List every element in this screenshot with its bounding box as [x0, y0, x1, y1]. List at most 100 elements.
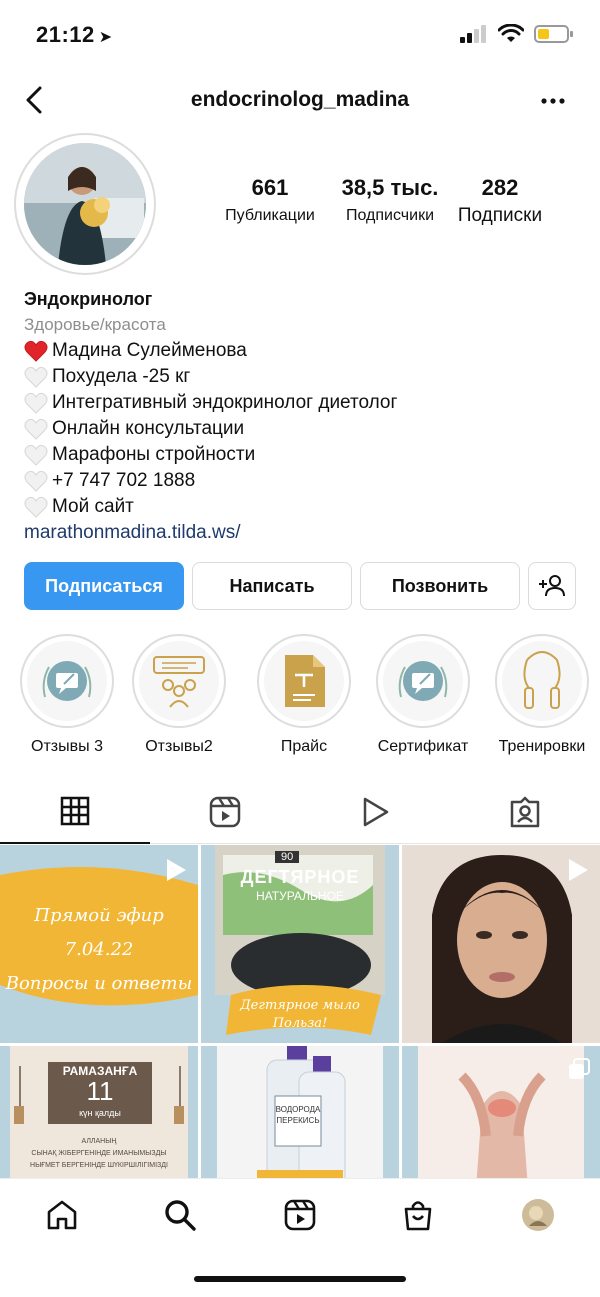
highlight-cover: [383, 641, 463, 721]
highlight-label: Прайс: [280, 738, 328, 755]
battery-icon: [534, 25, 573, 43]
highlight-label: Отзывы2: [145, 738, 213, 755]
profile-actions: Подписаться Написать Позвонить: [24, 562, 584, 612]
profile-website-link[interactable]: marathonmadina.tilda.ws/: [24, 520, 584, 546]
bio-line: Онлайн консультации: [24, 416, 584, 442]
highlight-item[interactable]: Сертификат: [368, 634, 478, 756]
post-thumbnail[interactable]: РАМАЗАНҒА 11 күн қалды АЛЛАНЫҢ СЫНАҚ ЖІБ…: [0, 1046, 198, 1178]
highlight-cover: [139, 641, 219, 721]
post-4-text1: АЛЛАНЫҢ: [81, 1138, 117, 1145]
stat-posts-value: 661: [251, 175, 289, 200]
jump-rope-icon: [523, 651, 561, 709]
avatar-ring[interactable]: [14, 133, 156, 275]
post-thumbnail[interactable]: [402, 845, 600, 1043]
profile-header: endocrinolog_madina: [0, 72, 600, 130]
bio-line-text: Онлайн консультации: [52, 418, 245, 439]
highlight-item[interactable]: Отзывы 3: [12, 634, 122, 756]
highlight-ring: [20, 634, 114, 728]
highlight-ring: [132, 634, 226, 728]
white-heart-icon: [24, 470, 48, 492]
group-people-icon: [153, 656, 205, 708]
bio-line: Марафоны стройности: [24, 442, 584, 468]
profile-tabs: [0, 780, 600, 844]
highlight-ring: [257, 634, 351, 728]
highlight-item[interactable]: Тренировки: [487, 634, 597, 756]
white-heart-icon: [24, 366, 48, 388]
post-thumbnail[interactable]: ВОДОРОДА ПЕРЕКИСЬ: [201, 1046, 399, 1178]
carousel-badge-icon: [569, 1058, 590, 1079]
call-button[interactable]: Позвонить: [360, 562, 520, 610]
status-bar: 21:12 ➤: [0, 0, 600, 70]
post-1-text: Прямой эфир 7.04.22 Вопросы и ответы: [0, 899, 198, 1001]
bio-line-text: Мой сайт: [52, 496, 134, 517]
stat-followers[interactable]: 38,5 тыс. Подписчики: [330, 175, 450, 225]
nav-reels[interactable]: [282, 1197, 318, 1233]
reels-icon: [284, 1199, 316, 1231]
profile-bio: Эндокринолог Здоровье/красота Мадина Сул…: [24, 286, 584, 546]
nav-search[interactable]: [162, 1197, 198, 1233]
post-4-sub: күн қалды: [79, 1108, 121, 1118]
tab-reels[interactable]: [150, 780, 300, 844]
bio-line: Мадина Сулейменова: [24, 338, 584, 364]
bio-line: Интегративный эндокринолог диетолог: [24, 390, 584, 416]
bio-line-text: Интегративный эндокринолог диетолог: [52, 392, 398, 413]
profile-category: Здоровье/красота: [24, 315, 166, 334]
stat-following-value: 282: [481, 175, 519, 200]
stat-posts[interactable]: 661 Публикации: [210, 175, 330, 225]
grid-icon: [60, 796, 90, 826]
suggest-people-button[interactable]: [528, 562, 576, 610]
status-time-text: 21:12: [36, 22, 95, 47]
post-2-sub: НАТУРАЛЬНОЕ: [256, 889, 344, 903]
profile-avatar: [522, 1199, 554, 1231]
bio-line: Похудела -25 кг: [24, 364, 584, 390]
more-dots-icon[interactable]: [540, 88, 566, 114]
post-4-body: АЛЛАНЫҢ СЫНАҚ ЖІБЕРГЕНІНДЕ ИМАНЫМЫЗДЫ НЫ…: [20, 1136, 178, 1172]
bio-line: +7 747 702 1888: [24, 468, 584, 494]
bio-line-text: +7 747 702 1888: [52, 470, 196, 491]
nav-home[interactable]: [44, 1197, 80, 1233]
highlight-label: Отзывы 3: [31, 738, 103, 755]
highlight-item[interactable]: Отзывы2: [124, 634, 234, 756]
document-icon: [285, 655, 325, 707]
reel-badge-icon: [569, 859, 588, 881]
tab-grid[interactable]: [0, 780, 150, 844]
profile-stats: 661 Публикации 38,5 тыс. Подписчики 282 …: [210, 175, 570, 235]
nav-shop[interactable]: [400, 1197, 436, 1233]
stat-following[interactable]: 282 Подписки: [450, 175, 550, 227]
profile-username: endocrinolog_madina: [190, 88, 410, 111]
story-highlights: Отзывы 3 Отзывы2 Прайс Сертификат Тренир…: [0, 634, 600, 764]
tab-tagged[interactable]: [450, 780, 600, 844]
highlight-item[interactable]: Прайс: [249, 634, 359, 756]
follow-button[interactable]: Подписаться: [24, 562, 184, 610]
post-thumbnail[interactable]: 90 ДЕГТЯРНОЕ НАТУРАЛЬНОЕ Дегтярное мыло …: [201, 845, 399, 1043]
highlight-label: Сертификат: [377, 738, 469, 755]
bio-line-text: Похудела -25 кг: [52, 366, 191, 387]
bio-line-text: Мадина Сулейменова: [52, 340, 247, 361]
shop-icon: [404, 1201, 432, 1231]
red-heart-icon: [24, 340, 48, 362]
post-2-brand: ДЕГТЯРНОЕ: [240, 867, 360, 887]
post-4-text3: НЫҒМЕТ БЕРГЕНІНДЕ ШҮКІРШІЛІГІМІЗДІ: [30, 1162, 168, 1169]
post-thumbnail[interactable]: [402, 1046, 600, 1178]
post-2-caption: Дегтярное мыло Польза!: [201, 997, 399, 1033]
reels-icon: [209, 796, 241, 828]
message-button[interactable]: Написать: [192, 562, 352, 610]
post-1-line2: Вопросы и ответы: [5, 973, 193, 994]
post-5-label: ВОДОРОДА ПЕРЕКИСЬ: [275, 1105, 321, 1125]
bottom-navigation: [0, 1178, 600, 1250]
tab-videos[interactable]: [300, 780, 450, 844]
post-2-badge: 90: [275, 851, 300, 863]
white-heart-icon: [24, 444, 48, 466]
highlight-label: Тренировки: [498, 738, 586, 755]
post-2-caption1: Дегтярное мыло: [240, 998, 360, 1013]
post-thumbnail[interactable]: Прямой эфир 7.04.22 Вопросы и ответы: [0, 845, 198, 1043]
posts-grid: Прямой эфир 7.04.22 Вопросы и ответы 90 …: [0, 845, 600, 1178]
bio-line-text: Марафоны стройности: [52, 444, 256, 465]
status-time: 21:12 ➤: [36, 22, 113, 48]
highlight-cover: [264, 641, 344, 721]
profile-display-name: Эндокринолог: [24, 289, 153, 309]
home-indicator[interactable]: [194, 1276, 406, 1282]
white-heart-icon: [24, 496, 48, 518]
white-heart-icon: [24, 392, 48, 414]
nav-profile[interactable]: [520, 1197, 556, 1233]
